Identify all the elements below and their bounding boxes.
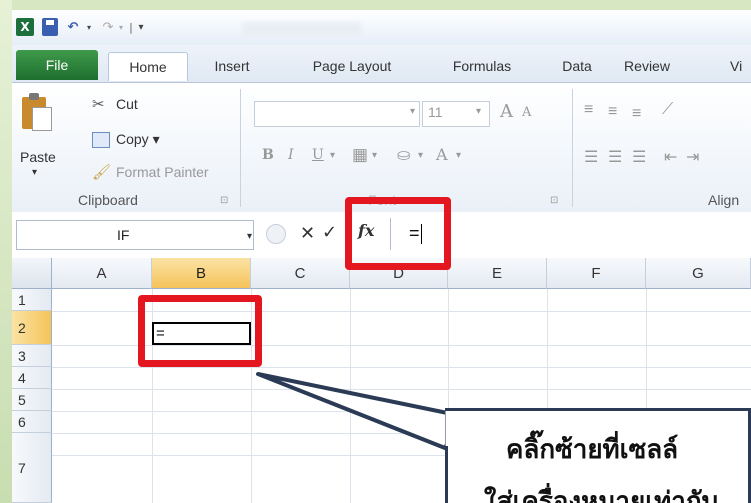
excel-screenshot: X ↶ ▾ ↷ ▾ | ▾ File Home Insert Page Layo… — [0, 0, 751, 503]
callout-pointer-join — [445, 411, 451, 446]
